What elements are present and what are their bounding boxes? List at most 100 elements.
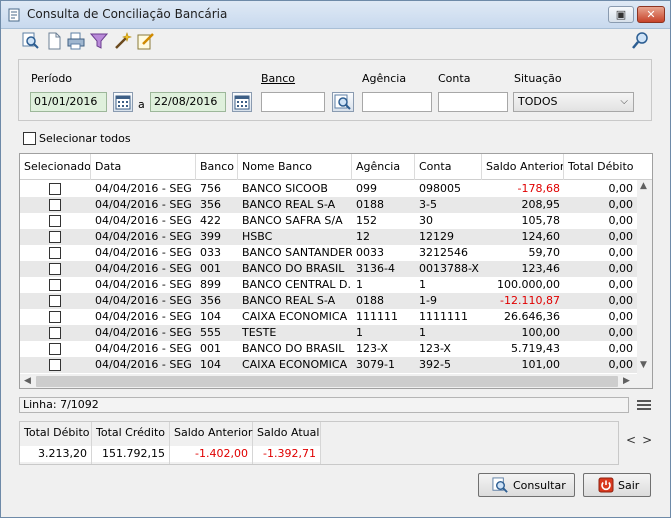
cell-data: 04/04/2016 - SEG [95,262,192,275]
cell-data: 04/04/2016 - SEG [95,358,192,371]
magnify-report-icon[interactable] [22,32,40,50]
cell-saldo: 123,46 [521,262,561,275]
chevron-down-icon: ⌵ [620,96,628,107]
table-row[interactable]: 04/04/2016 - SEG 756 BANCO SICOOB 099 098005… [20,181,637,197]
saldo-atual-col: Saldo Atual -1.392,71 [253,422,321,464]
col-nome-banco[interactable]: Nome Banco [238,154,352,180]
date-to-field[interactable]: 22/08/2016 [150,92,226,112]
cell-saldo: 5.719,43 [511,342,560,355]
row-select-checkbox[interactable] [49,327,61,339]
row-select-checkbox[interactable] [49,183,61,195]
total-credito-value: 151.792,15 [92,446,169,462]
sair-button[interactable]: Sair [583,473,651,497]
search-key-icon[interactable] [631,32,649,50]
table-row[interactable]: 04/04/2016 - SEG 555 TESTE 1 1 100,00 0,00 [20,325,637,341]
cell-conta: 1111111 [419,310,468,323]
cell-nome: BANCO REAL S-A [242,294,336,307]
col-saldo-anterior[interactable]: Saldo Anterior [482,154,564,180]
table-row[interactable]: 04/04/2016 - SEG 001 BANCO DO BRASIL 3136-4… [20,261,637,277]
cell-banco: 033 [200,246,221,259]
agencia-label: Agência [362,72,407,85]
row-select-checkbox[interactable] [49,311,61,323]
table-row[interactable]: 04/04/2016 - SEG 356 BANCO REAL S-A 0188 3-5… [20,197,637,213]
total-debito-col: Total Débito 3.213,20 [20,422,92,464]
col-data[interactable]: Data [91,154,196,180]
col-banco[interactable]: Banco [196,154,238,180]
date-from-field[interactable]: 01/01/2016 [30,92,107,112]
wand-icon[interactable] [114,32,132,50]
select-all-label[interactable]: Selecionar todos [39,132,131,145]
col-selecionado[interactable]: Selecionado [20,154,91,180]
cell-banco: 356 [200,294,221,307]
cell-saldo: 208,95 [521,198,561,211]
col-agencia[interactable]: Agência [352,154,415,180]
restore-icon: ▣ [615,8,627,21]
row-select-checkbox[interactable] [49,279,61,291]
cell-saldo: 124,60 [521,230,561,243]
cell-data: 04/04/2016 - SEG [95,214,192,227]
vertical-scrollbar[interactable]: ▲ ▼ [637,180,652,374]
date-from-calendar-button[interactable] [113,92,133,112]
row-select-checkbox[interactable] [49,343,61,355]
restore-button[interactable]: ▣ [608,6,634,23]
cell-nome: BANCO REAL S-A [242,198,336,211]
table-row[interactable]: 04/04/2016 - SEG 422 BANCO SAFRA S/A 152 30 1… [20,213,637,229]
col-total-debito[interactable]: Total Débito [564,154,637,180]
situacao-select[interactable]: TODOS ⌵ [513,92,634,112]
agencia-field[interactable] [362,92,432,112]
select-all-checkbox[interactable] [23,132,36,145]
close-button[interactable]: ✕ [637,6,665,23]
row-select-checkbox[interactable] [49,199,61,211]
consultar-button[interactable]: Consultar [478,473,575,497]
cell-data: 04/04/2016 - SEG [95,230,192,243]
cell-banco: 899 [200,278,221,291]
row-select-checkbox[interactable] [49,263,61,275]
horizontal-scrollbar[interactable]: ◀ ▶ [20,374,652,388]
cell-banco: 104 [200,358,221,371]
cell-banco: 399 [200,230,221,243]
scroll-up-icon[interactable]: ▲ [640,181,647,191]
cell-nome: CAIXA ECONOMICA [242,358,348,371]
scroll-right-icon[interactable]: ▶ [623,376,630,386]
scroll-down-icon[interactable]: ▼ [640,360,647,370]
periodo-label: Período [31,72,73,85]
cell-conta: 1 [419,278,426,291]
reconciliation-grid: Selecionado Data Banco Nome Banco Agênci… [19,153,653,389]
cell-agencia: 111111 [356,310,398,323]
filter-icon[interactable] [90,32,108,50]
horizontal-scroll-thumb[interactable] [36,376,618,387]
banco-label[interactable]: Banco [261,72,295,85]
magnify-report-icon [492,477,508,493]
cell-conta: 0013788-X [419,262,479,275]
row-select-checkbox[interactable] [49,359,61,371]
table-row[interactable]: 04/04/2016 - SEG 033 BANCO SANTANDER 0033 32… [20,245,637,261]
cell-nome: BANCO DO BRASIL [242,262,345,275]
close-icon: ✕ [646,8,656,21]
row-select-checkbox[interactable] [49,215,61,227]
scroll-left-icon[interactable]: ◀ [24,376,31,386]
menu-lines-icon[interactable] [637,399,651,411]
table-row[interactable]: 04/04/2016 - SEG 104 CAIXA ECONOMICA 111111… [20,309,637,325]
table-row[interactable]: 04/04/2016 - SEG 001 BANCO DO BRASIL 123-X 1… [20,341,637,357]
table-row[interactable]: 04/04/2016 - SEG 356 BANCO REAL S-A 0188 1-9… [20,293,637,309]
row-select-checkbox[interactable] [49,231,61,243]
conta-field[interactable] [438,92,508,112]
banco-field[interactable] [261,92,325,112]
nav-prev-button[interactable]: < [626,433,642,447]
edit-icon[interactable] [137,32,155,50]
cell-data: 04/04/2016 - SEG [95,294,192,307]
table-row[interactable]: 04/04/2016 - SEG 899 BANCO CENTRAL D... 1 1 1… [20,277,637,293]
banco-search-button[interactable] [332,92,354,112]
row-select-checkbox[interactable] [49,247,61,259]
cell-data: 04/04/2016 - SEG [95,278,192,291]
new-document-icon[interactable] [45,32,63,50]
total-credito-label: Total Crédito [96,426,165,439]
col-conta[interactable]: Conta [415,154,482,180]
table-row[interactable]: 04/04/2016 - SEG 399 HSBC 12 12129 124,60 0,00 [20,229,637,245]
nav-next-button[interactable]: > [642,433,658,447]
print-icon[interactable] [67,32,85,50]
date-to-calendar-button[interactable] [232,92,252,112]
table-row[interactable]: 04/04/2016 - SEG 104 CAIXA ECONOMICA 3079-1… [20,357,637,373]
row-select-checkbox[interactable] [49,295,61,307]
cell-agencia: 1 [356,278,363,291]
